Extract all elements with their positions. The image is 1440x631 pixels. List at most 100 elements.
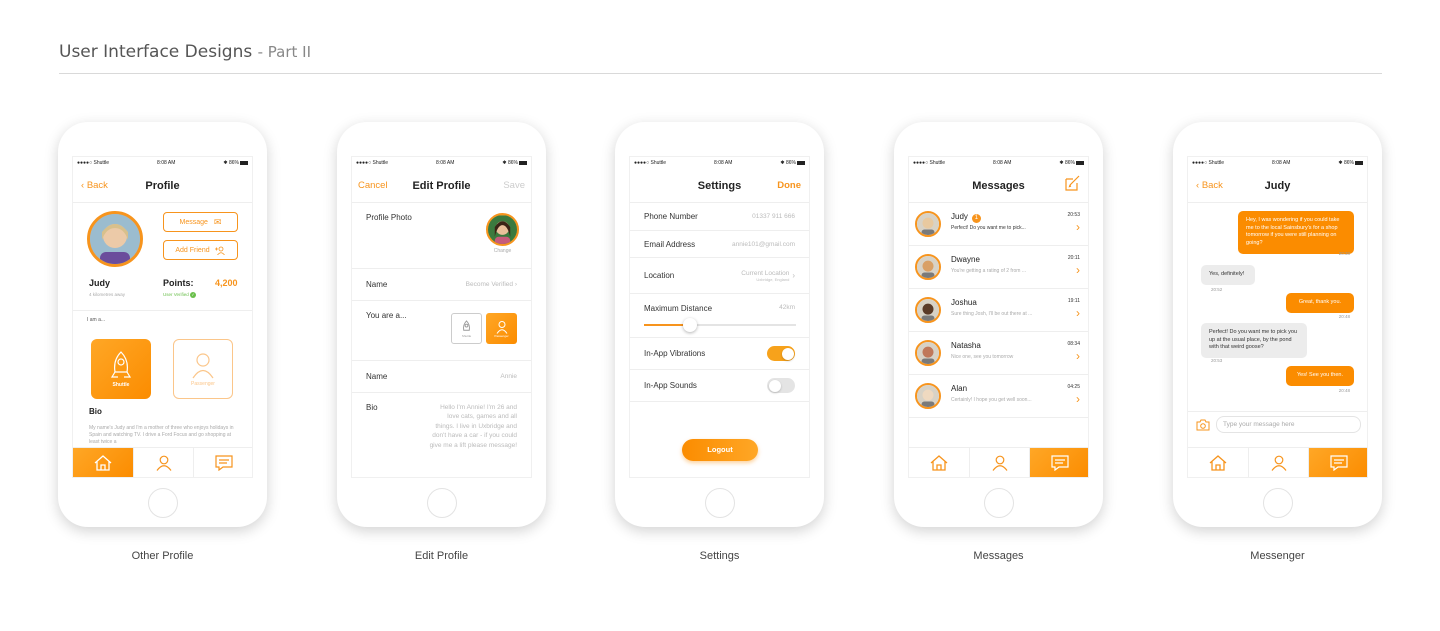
caption-settings: Settings (699, 550, 740, 562)
avatar (915, 383, 941, 409)
verify-row[interactable]: Name Become Verified › (352, 269, 531, 301)
sounds-row: In-App Sounds (630, 370, 809, 402)
back-button[interactable]: ‹ Back (81, 180, 108, 191)
email-value: annie101@gmail.com (732, 240, 795, 248)
caption-messages: Messages (973, 550, 1024, 562)
tab-bar (73, 447, 252, 477)
avatar[interactable] (87, 211, 143, 267)
conversation-item[interactable]: Judy 1 Perfect! Do you want me to pick... 2… (909, 203, 1088, 246)
tab-home[interactable] (1188, 448, 1249, 477)
header-divider (59, 73, 1382, 74)
location-row[interactable]: Location Current Location Uxbridge, Engl… (630, 258, 809, 294)
points-value: 4,200 (215, 278, 238, 288)
status-bar: ●●●●○ Shuttle 8:08 AM ✱ 86% (1188, 157, 1367, 169)
location-sub: Uxbridge, England (756, 276, 790, 282)
bio-row[interactable]: Bio Hello I'm Annie! I'm 26 and love cat… (352, 393, 531, 477)
conversation-time: 08:34 (1067, 341, 1080, 347)
nav-bar: ‹ Back Profile (73, 169, 252, 203)
conversation-preview: Certainly! I hope you get well soon... (951, 397, 1032, 403)
conversation-name: Joshua (951, 298, 977, 307)
status-bar: ●●●●○ Shuttle 8:08 AM ✱ 86% (73, 157, 252, 169)
location-label: Location (644, 271, 675, 280)
cancel-button[interactable]: Cancel (358, 180, 388, 191)
conversation-item[interactable]: Joshua Sure thing Josh, I'll be out there… (909, 289, 1088, 332)
nav-title: Messages (972, 179, 1025, 192)
sounds-toggle[interactable] (767, 378, 795, 393)
screen-messages: ●●●●○ Shuttle 8:08 AM ✱ 86% Messages Judy 1… (908, 156, 1089, 478)
tab-profile[interactable] (970, 448, 1031, 477)
tab-messages[interactable] (1030, 448, 1088, 477)
vibrations-label: In-App Vibrations (644, 349, 706, 358)
message-timestamp: 20:48 (1338, 388, 1350, 393)
back-button[interactable]: ‹ Back (1196, 180, 1223, 191)
tab-profile[interactable] (134, 448, 195, 477)
conversation-item[interactable]: Dwayne You're getting a rating of 2 from … (909, 246, 1088, 289)
role-passenger-option[interactable]: Passenger (486, 313, 517, 344)
home-hardware-button (705, 488, 735, 518)
chat-thread: Hey, I was wondering if you could take m… (1188, 203, 1367, 411)
slider-knob[interactable] (682, 318, 697, 332)
chevron-right-icon: › (792, 271, 795, 280)
user-icon (156, 455, 171, 471)
compose-icon (1065, 175, 1080, 191)
tab-profile[interactable] (1249, 448, 1310, 477)
chevron-left-icon: ‹ (81, 180, 85, 191)
tab-home[interactable] (73, 448, 134, 477)
conversation-list: Judy 1 Perfect! Do you want me to pick... 2… (909, 203, 1088, 418)
unread-badge: 1 (971, 214, 981, 223)
phone-number-row[interactable]: Phone Number 01337 911 666 (630, 203, 809, 231)
avatar (915, 254, 941, 280)
bio-textarea[interactable]: Hello I'm Annie! I'm 26 and love cats, g… (427, 403, 517, 450)
message-button[interactable]: Message ✉ (163, 212, 238, 232)
distance-slider[interactable] (644, 318, 796, 332)
email-row[interactable]: Email Address annie101@gmail.com (630, 231, 809, 258)
profile-name: Judy (89, 278, 111, 288)
done-button[interactable]: Done (777, 180, 801, 191)
chevron-right-icon: › (1076, 263, 1080, 277)
screen-edit-profile: ●●●●○ Shuttle 8:08 AM ✱ 86% Cancel Edit Pr… (351, 156, 532, 478)
chat-icon (215, 454, 233, 471)
name-label: Name (366, 372, 388, 381)
tab-messages[interactable] (194, 448, 252, 477)
received-message-bubble: Perfect! Do you want me to pick you up a… (1201, 323, 1307, 359)
bio-text: My name's Judy and I'm a mother of three… (89, 425, 234, 445)
screen-messenger: ●●●●○ Shuttle 8:08 AM ✱ 86% ‹ Back Judy He… (1187, 156, 1368, 478)
tab-bar (909, 447, 1088, 477)
sent-message-bubble: Yes! See you then. (1286, 366, 1354, 386)
message-timestamp: 20:38 (1338, 251, 1350, 256)
home-hardware-button (148, 488, 178, 518)
chevron-right-icon: › (1076, 349, 1080, 363)
role-prompt: I am a... (87, 317, 106, 323)
chevron-right-icon: › (514, 281, 517, 288)
status-bar: ●●●●○ Shuttle 8:08 AM ✱ 86% (630, 157, 809, 169)
rocket-icon (463, 319, 470, 331)
name-value: Annie (500, 373, 517, 380)
add-friend-button[interactable]: Add Friend (163, 240, 238, 260)
change-photo-link[interactable]: Change (494, 248, 512, 254)
tab-bar (1188, 447, 1367, 477)
camera-icon[interactable] (1196, 419, 1210, 431)
tab-messages[interactable] (1309, 448, 1367, 477)
distance-label: Maximum Distance (644, 304, 713, 313)
home-hardware-button (984, 488, 1014, 518)
profile-photo-row[interactable]: Profile Photo Change (352, 203, 531, 269)
logout-button[interactable]: Logout (682, 439, 758, 461)
caption-edit-profile: Edit Profile (414, 550, 469, 562)
verified-status: User Verified ✓ (163, 292, 197, 298)
avatar (915, 340, 941, 366)
tab-home[interactable] (909, 448, 970, 477)
profile-distance: 4 kilometres away (89, 292, 126, 297)
vibrations-toggle[interactable] (767, 346, 795, 361)
conversation-item[interactable]: Alan Certainly! I hope you get well soon.… (909, 375, 1088, 418)
profile-photo-label: Profile Photo (366, 213, 412, 222)
conversation-item[interactable]: Natasha Nice one, see you tomorrow 08:34 › (909, 332, 1088, 375)
avatar[interactable] (486, 213, 519, 246)
conversation-name: Alan (951, 384, 968, 393)
save-button[interactable]: Save (503, 180, 525, 191)
conversation-preview: You're getting a rating of 2 from ... (951, 268, 1026, 274)
name-row[interactable]: Name Annie (352, 361, 531, 393)
check-circle-icon: ✓ (190, 292, 197, 298)
compose-button[interactable] (1064, 175, 1080, 196)
message-input[interactable]: Type your message here (1216, 416, 1361, 433)
role-shuttle-option[interactable]: Shuttle (451, 313, 482, 344)
